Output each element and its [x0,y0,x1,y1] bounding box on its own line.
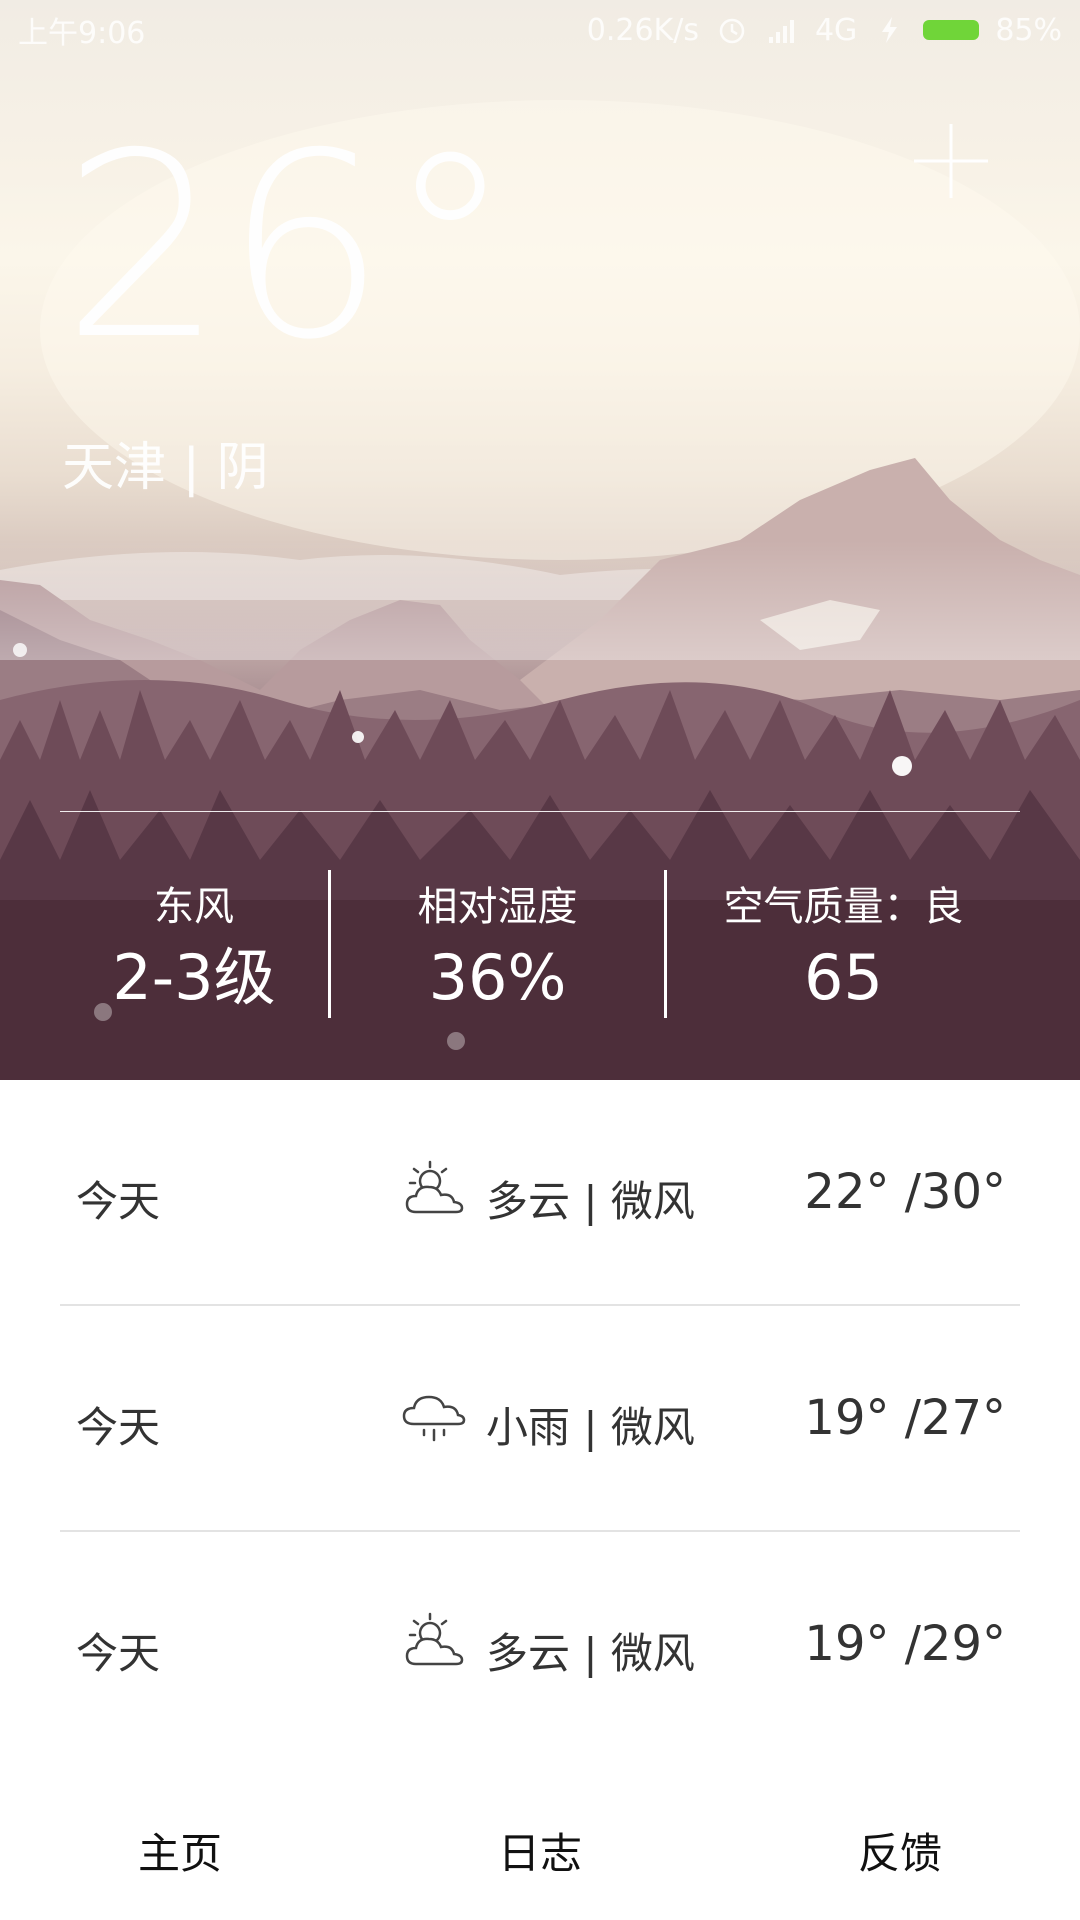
nav-home[interactable]: 主页 [0,1780,360,1920]
humidity-value: 36% [428,941,567,1014]
air-quality-stat: 空气质量：良 65 [667,870,1020,1020]
forecast-day: 今天 [76,1629,161,1678]
humidity-label: 相对湿度 [417,884,578,930]
humidity-stat: 相对湿度 36% [330,870,665,1020]
wind-value: 2-3级 [112,941,276,1014]
forecast-row[interactable]: 今天 多云 | 微风 19° /29° [60,1532,1020,1758]
forecast-row[interactable]: 今天 多云 | 微风 22° /30° [60,1080,1020,1306]
hero-background: 上午9:06 0.26K/s 4G 85% 26° 天津 | 阴 东风 2-3级… [0,0,1080,1080]
bottom-nav: 主页 日志 反馈 [0,1780,1080,1920]
forecast-list: 今天 多云 | 微风 22° /30° 今天 小雨 | 微风 19° /27° … [0,1080,1080,1758]
current-temperature: 26° [62,99,514,396]
nav-log[interactable]: 日志 [360,1780,720,1920]
forecast-day: 今天 [76,1403,161,1452]
alarm-icon [719,18,745,44]
location-condition: 天津 | 阴 [62,438,269,498]
forecast-temp-range: 22° /30° [804,1164,1006,1220]
wind-stat: 东风 2-3级 [60,870,328,1020]
charging-icon [882,17,898,43]
battery-level: 85% [995,12,1062,48]
forecast-condition: 小雨 | 微风 [486,1403,695,1452]
forecast-condition: 多云 | 微风 [486,1177,695,1226]
nav-feedback[interactable]: 反馈 [720,1780,1080,1920]
stats-divider [60,811,1020,812]
weather-stats: 东风 2-3级 相对湿度 36% 空气质量：良 65 [60,870,1020,1020]
air-quality-value: 65 [804,941,883,1014]
forecast-condition: 多云 | 微风 [486,1629,695,1678]
air-quality-label: 空气质量：良 [723,884,964,930]
network-type: 4G [814,12,858,48]
battery-icon [923,20,980,40]
add-city-button[interactable] [910,120,992,202]
partly-cloudy-icon [405,1612,464,1666]
weather-screen: 上午9:06 0.26K/s 4G 85% 26° 天津 | 阴 东风 2-3级… [0,0,1080,1920]
status-bar: 上午9:06 0.26K/s 4G 85% [0,0,1080,60]
forecast-day: 今天 [76,1177,161,1226]
partly-cloudy-icon [405,1160,464,1214]
forecast-temp-range: 19° /29° [804,1616,1006,1672]
forecast-temp-range: 19° /27° [804,1390,1006,1446]
status-time: 上午9:06 [18,16,146,51]
signal-icon [768,20,794,43]
forecast-row[interactable]: 今天 小雨 | 微风 19° /27° [60,1306,1020,1532]
light-rain-icon [402,1395,466,1442]
wind-label: 东风 [154,884,234,930]
net-speed: 0.26K/s [586,12,699,48]
